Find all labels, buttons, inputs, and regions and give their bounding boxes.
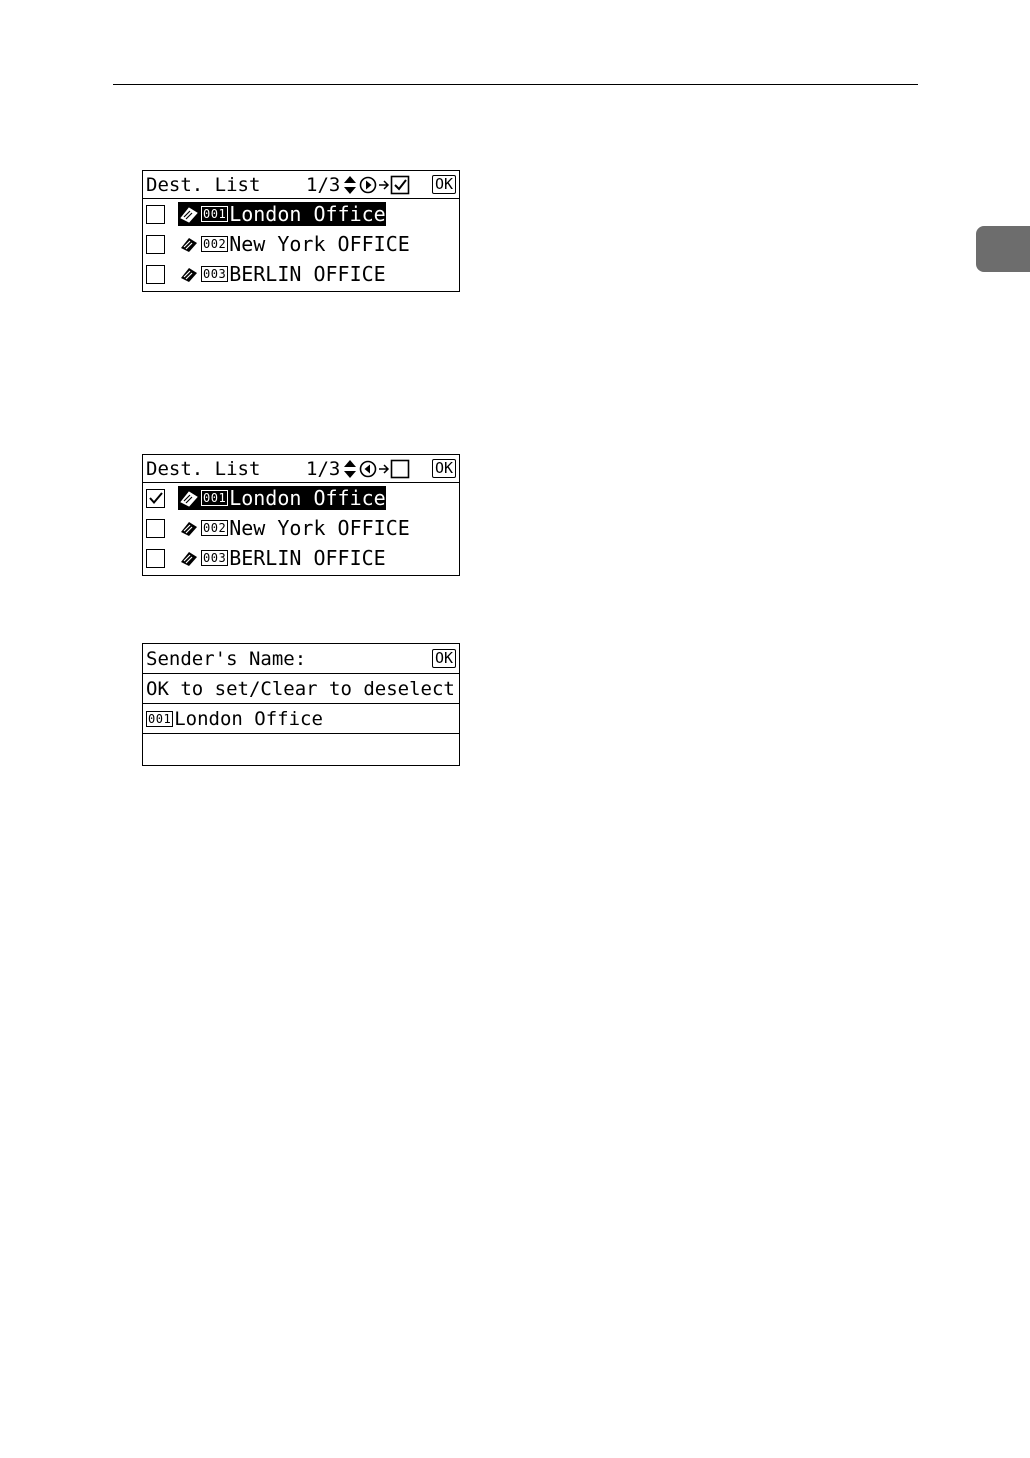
destination-entry[interactable]: 001 London Office bbox=[178, 486, 386, 510]
screen-title: Dest. List bbox=[146, 457, 261, 480]
screen-title: Dest. List bbox=[146, 173, 261, 196]
checkbox[interactable] bbox=[146, 204, 165, 224]
up-down-arrow-icon bbox=[344, 175, 356, 194]
dest-list-screen-2: Dest. List 1/3 OK 001 London Office 002 … bbox=[142, 454, 460, 576]
empty-box-icon bbox=[390, 459, 410, 478]
list-item[interactable]: 002 New York OFFICE bbox=[143, 229, 459, 259]
checkbox[interactable] bbox=[146, 264, 165, 284]
ok-button[interactable]: OK bbox=[431, 649, 456, 668]
entry-name: London Office bbox=[229, 486, 386, 510]
list-item[interactable]: 002 New York OFFICE bbox=[143, 513, 459, 543]
nav-hint bbox=[342, 175, 410, 195]
screen-header: Dest. List 1/3 OK bbox=[143, 455, 459, 483]
screen-header: Dest. List 1/3 OK bbox=[143, 171, 459, 199]
entry-number: 001 bbox=[201, 206, 229, 222]
entry-number: 001 bbox=[146, 710, 174, 727]
destination-entry[interactable]: 003 BERLIN OFFICE bbox=[178, 262, 386, 286]
list-item[interactable]: 003 BERLIN OFFICE bbox=[143, 543, 459, 573]
entry-number: 003 bbox=[201, 550, 229, 566]
chapter-tab bbox=[976, 226, 1030, 272]
ok-button[interactable]: OK bbox=[431, 175, 456, 194]
entry-name: BERLIN OFFICE bbox=[229, 546, 386, 570]
entry-name: New York OFFICE bbox=[229, 516, 410, 540]
checked-box-icon bbox=[390, 175, 410, 194]
ok-button[interactable]: OK bbox=[431, 459, 456, 478]
entry-number: 002 bbox=[201, 236, 229, 252]
checkmark-icon bbox=[148, 492, 163, 505]
destination-book-icon bbox=[180, 491, 198, 507]
arrow-to-icon bbox=[379, 463, 390, 474]
entry-number: 002 bbox=[201, 520, 229, 536]
list-item[interactable]: 001 London Office bbox=[143, 199, 459, 229]
list-item[interactable]: 003 BERLIN OFFICE bbox=[143, 259, 459, 289]
nav-hint bbox=[342, 459, 410, 479]
arrow-to-icon bbox=[379, 179, 390, 190]
entry-number: 003 bbox=[201, 266, 229, 282]
sender-name-screen: Sender's Name: OK OK to set/Clear to des… bbox=[142, 643, 460, 766]
checkbox[interactable] bbox=[146, 548, 165, 568]
screen-title: Sender's Name: bbox=[146, 647, 307, 670]
destination-book-icon bbox=[181, 238, 197, 252]
destination-book-icon bbox=[180, 207, 198, 223]
page-indicator: 1/3 bbox=[306, 173, 341, 196]
left-arrow-circle-icon bbox=[359, 460, 377, 477]
list-item[interactable]: 001 London Office bbox=[143, 483, 459, 513]
instruction-text: OK to set/Clear to deselect bbox=[146, 677, 455, 700]
sender-entry[interactable]: 001 London Office bbox=[143, 704, 459, 734]
destination-entry[interactable]: 002 New York OFFICE bbox=[178, 232, 410, 256]
entry-number: 001 bbox=[201, 490, 229, 506]
checkbox[interactable] bbox=[146, 518, 165, 538]
destination-entry[interactable]: 002 New York OFFICE bbox=[178, 516, 410, 540]
destination-entry[interactable]: 001 London Office bbox=[178, 202, 386, 226]
empty-line bbox=[143, 734, 459, 764]
destination-entry[interactable]: 003 BERLIN OFFICE bbox=[178, 546, 386, 570]
dest-list-screen-1: Dest. List 1/3 OK 001 London Office 002 … bbox=[142, 170, 460, 292]
header-rule bbox=[113, 84, 918, 85]
entry-name: BERLIN OFFICE bbox=[229, 262, 386, 286]
destination-book-icon bbox=[181, 268, 197, 282]
screen-header: Sender's Name: OK bbox=[143, 644, 459, 674]
instruction-line: OK to set/Clear to deselect bbox=[143, 674, 459, 704]
up-down-arrow-icon bbox=[344, 459, 356, 478]
entry-name: London Office bbox=[229, 202, 386, 226]
destination-book-icon bbox=[181, 522, 197, 536]
page-indicator: 1/3 bbox=[306, 457, 341, 480]
entry-name: London Office bbox=[174, 707, 323, 730]
right-arrow-circle-icon bbox=[359, 176, 377, 193]
checkbox[interactable] bbox=[146, 234, 165, 254]
entry-name: New York OFFICE bbox=[229, 232, 410, 256]
checkbox-checked[interactable] bbox=[146, 488, 165, 508]
destination-book-icon bbox=[181, 552, 197, 566]
